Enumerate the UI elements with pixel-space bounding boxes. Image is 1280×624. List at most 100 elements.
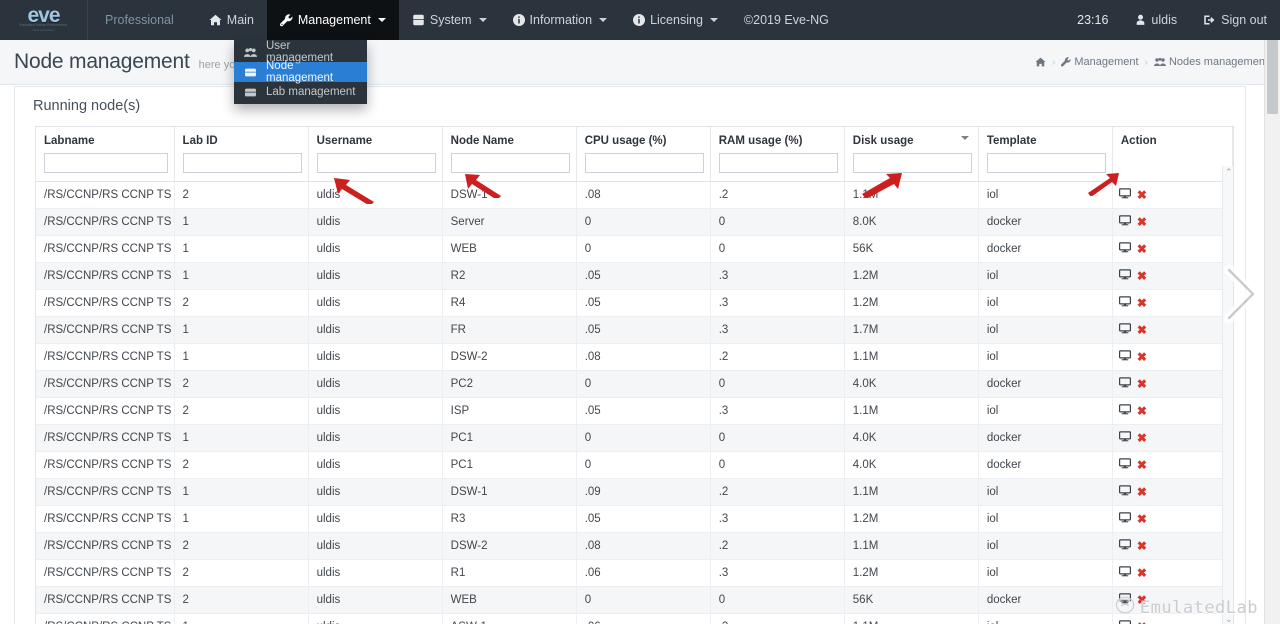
close-x-icon[interactable]: ✖ (1137, 620, 1147, 624)
breadcrumb-item-management[interactable]: Management (1061, 56, 1139, 68)
close-x-icon[interactable]: ✖ (1137, 242, 1147, 256)
dropdown-item-lab-management[interactable]: Lab management (234, 82, 367, 102)
table-row: /RS/CCNP/RS CCNP TS Lab...2uldisR1.06.31… (36, 559, 1233, 587)
filter-input-username[interactable] (316, 153, 436, 173)
monitor-icon[interactable] (1118, 431, 1131, 445)
cell-ram-usage: 0 (710, 235, 845, 263)
close-x-icon[interactable]: ✖ (1137, 539, 1147, 553)
nav-item-licensing[interactable]: Licensing (620, 0, 731, 40)
filter-cell-labname (36, 153, 175, 182)
cell-cpu-usage: .06 (576, 559, 711, 587)
cell-disk-usage: 56K (844, 586, 979, 614)
column-header-username[interactable]: Username (308, 127, 443, 153)
close-x-icon[interactable]: ✖ (1137, 350, 1147, 364)
column-header-labname[interactable]: Labname (36, 127, 175, 153)
monitor-icon[interactable] (1118, 215, 1131, 229)
filter-input-labid[interactable] (182, 153, 302, 173)
column-header-ram-usage[interactable]: RAM usage (%) (710, 127, 845, 153)
nav-item-system[interactable]: System (399, 0, 500, 40)
dropdown-item-node-management[interactable]: Node management (234, 60, 367, 84)
nav-item-signout[interactable]: Sign out (1190, 0, 1280, 40)
cell-action: ✖ (1112, 208, 1233, 236)
breadcrumb-separator: › (1144, 56, 1148, 68)
nav-item-main[interactable]: Main (196, 0, 267, 40)
cell-labname: /RS/CCNP/RS CCNP TS Lab... (36, 451, 175, 479)
monitor-icon[interactable] (1118, 458, 1131, 472)
close-x-icon[interactable]: ✖ (1137, 593, 1147, 607)
cell-action: ✖ (1112, 478, 1233, 506)
nav-item-professional: Professional (88, 0, 196, 40)
filter-input-disk-usage[interactable] (852, 153, 972, 173)
close-x-icon[interactable]: ✖ (1137, 458, 1147, 472)
cell-template: iol (978, 559, 1113, 587)
monitor-icon[interactable] (1118, 566, 1131, 580)
breadcrumb-item-home[interactable] (1035, 57, 1046, 67)
cell-cpu-usage: 0 (576, 370, 711, 398)
filter-input-ram-usage[interactable] (718, 153, 838, 173)
users-icon (1153, 57, 1166, 67)
scroll-down-icon[interactable]: ⌄ (1225, 615, 1233, 624)
filter-input-labname[interactable] (44, 153, 168, 173)
filter-input-node-name[interactable] (450, 153, 570, 173)
cell-ram-usage: .3 (710, 559, 845, 587)
monitor-icon[interactable] (1118, 539, 1131, 553)
monitor-icon[interactable] (1118, 296, 1131, 310)
column-label: RAM usage (%) (718, 135, 803, 147)
filter-input-cpu-usage[interactable] (584, 153, 704, 173)
table-vertical-scrollbar[interactable]: ⌃ ⌄ (1222, 166, 1233, 624)
brand-tagline-2: Next Generation (32, 28, 55, 32)
close-x-icon[interactable]: ✖ (1137, 215, 1147, 229)
close-x-icon[interactable]: ✖ (1137, 323, 1147, 337)
cell-ram-usage: 0 (710, 451, 845, 479)
cell-disk-usage: 1.2M (844, 505, 979, 533)
scroll-up-icon[interactable]: ⌃ (1225, 168, 1233, 177)
nav-item-management[interactable]: Management (266, 0, 399, 40)
monitor-icon[interactable] (1118, 350, 1131, 364)
info-circle-icon (633, 14, 646, 26)
monitor-icon[interactable] (1118, 269, 1131, 283)
monitor-icon[interactable] (1118, 593, 1131, 607)
column-header-cpu-usage[interactable]: CPU usage (%) (576, 127, 711, 153)
running-nodes-panel: Running node(s) Labname Lab ID Username … (14, 86, 1246, 624)
close-x-icon[interactable]: ✖ (1137, 377, 1147, 391)
dropdown-item-user-management[interactable]: User management (234, 40, 367, 64)
cell-labname: /RS/CCNP/RS CCNP TS Lab... (36, 316, 175, 344)
monitor-icon[interactable] (1118, 323, 1131, 337)
column-header-labid[interactable]: Lab ID (174, 127, 309, 153)
cell-template: docker (978, 235, 1113, 263)
nodes-table-header: Labname Lab ID Username Node Name CPU us… (36, 127, 1233, 182)
monitor-icon[interactable] (1118, 620, 1131, 624)
nav-item-information[interactable]: Information (500, 0, 621, 40)
page-scrollbar[interactable]: ⌃ (1264, 40, 1280, 624)
filter-input-template[interactable] (986, 153, 1106, 173)
copyright-label: ©2019 Eve-NG (743, 13, 829, 27)
column-header-node-name[interactable]: Node Name (442, 127, 577, 153)
column-label: Disk usage (852, 135, 914, 147)
close-x-icon[interactable]: ✖ (1137, 188, 1147, 202)
scrollbar-thumb[interactable] (1267, 40, 1278, 114)
monitor-icon[interactable] (1118, 242, 1131, 256)
cell-cpu-usage: 0 (576, 208, 711, 236)
close-x-icon[interactable]: ✖ (1137, 566, 1147, 580)
close-x-icon[interactable]: ✖ (1137, 269, 1147, 283)
nav-signout-label: Sign out (1221, 13, 1267, 27)
monitor-icon[interactable] (1118, 485, 1131, 499)
close-x-icon[interactable]: ✖ (1137, 404, 1147, 418)
close-x-icon[interactable]: ✖ (1137, 485, 1147, 499)
cell-template: docker (978, 586, 1113, 614)
chevron-right-icon[interactable] (1220, 264, 1262, 324)
nav-item-user[interactable]: uldis (1122, 0, 1190, 40)
chevron-down-icon[interactable] (960, 136, 969, 140)
close-x-icon[interactable]: ✖ (1137, 296, 1147, 310)
brand-logo[interactable]: eve Emulated Virtual Environment Next Ge… (0, 0, 88, 40)
top-navbar: eve Emulated Virtual Environment Next Ge… (0, 0, 1280, 40)
monitor-icon[interactable] (1118, 404, 1131, 418)
close-x-icon[interactable]: ✖ (1137, 512, 1147, 526)
cell-labid: 2 (174, 586, 309, 614)
column-header-disk-usage[interactable]: Disk usage (844, 127, 979, 153)
column-header-template[interactable]: Template (978, 127, 1113, 153)
monitor-icon[interactable] (1118, 512, 1131, 526)
monitor-icon[interactable] (1118, 188, 1131, 202)
monitor-icon[interactable] (1118, 377, 1131, 391)
close-x-icon[interactable]: ✖ (1137, 431, 1147, 445)
